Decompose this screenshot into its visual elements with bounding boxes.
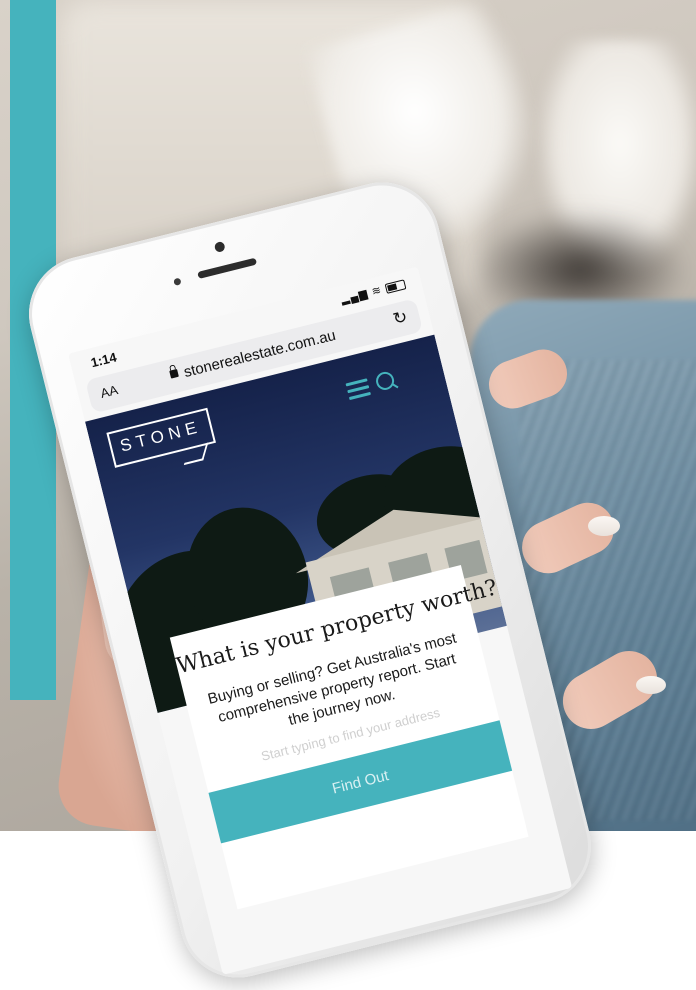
wifi-icon: ≋ xyxy=(370,284,384,299)
finger-nail-3 xyxy=(636,676,666,694)
battery-icon xyxy=(384,279,407,294)
stone-logo[interactable]: STONE xyxy=(106,407,216,468)
earpiece-speaker xyxy=(197,257,258,279)
status-time: 1:14 xyxy=(89,349,119,371)
text-size-button[interactable]: AA xyxy=(99,382,119,401)
reload-icon[interactable]: ↻ xyxy=(391,307,410,330)
logo-tail xyxy=(183,442,209,466)
signal-icon: ▂▄▆ xyxy=(339,287,370,306)
search-icon[interactable] xyxy=(374,370,396,392)
front-camera xyxy=(213,240,226,254)
lock-icon xyxy=(169,368,179,379)
hamburger-icon[interactable] xyxy=(345,378,372,401)
proximity-sensor xyxy=(173,277,182,286)
finger-nail-2 xyxy=(588,516,620,536)
